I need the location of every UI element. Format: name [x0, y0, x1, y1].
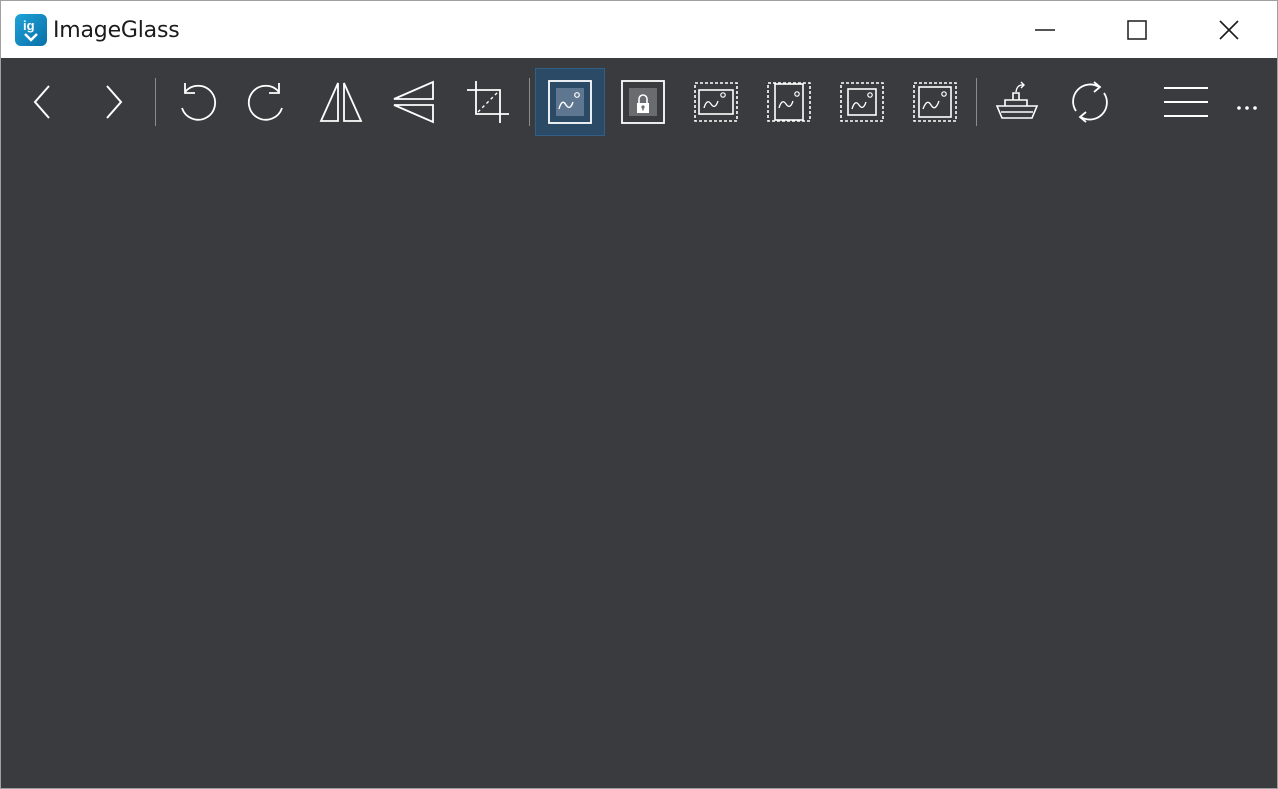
scale-to-height-button[interactable] — [754, 68, 824, 136]
svg-text:ig: ig — [23, 18, 35, 33]
scale-to-width-button[interactable] — [681, 68, 751, 136]
hamburger-menu-icon — [1164, 87, 1208, 117]
refresh-button[interactable] — [1055, 68, 1125, 136]
flip-vertical-icon — [393, 80, 434, 124]
boat-icon — [995, 81, 1039, 119]
flip-horizontal-icon — [319, 82, 363, 122]
crop-icon — [467, 81, 509, 123]
scale-to-width-icon — [694, 82, 738, 122]
maximize-button[interactable] — [1091, 1, 1183, 58]
auto-zoom-button[interactable] — [535, 68, 605, 136]
scale-to-fill-icon — [913, 82, 957, 122]
toolbar-separator — [529, 78, 530, 126]
scale-to-fit-icon — [840, 82, 884, 122]
toolbar-separator — [976, 78, 977, 126]
close-button[interactable] — [1183, 1, 1275, 58]
ellipsis-icon — [1237, 106, 1257, 110]
previous-image-button[interactable] — [7, 68, 77, 136]
minimize-button[interactable] — [999, 1, 1091, 58]
scale-to-fit-button[interactable] — [827, 68, 897, 136]
image-viewer-area[interactable] — [1, 148, 1277, 788]
maximize-icon — [1127, 19, 1147, 40]
open-with-button[interactable] — [982, 68, 1052, 136]
flip-horizontal-button[interactable] — [306, 68, 376, 136]
crop-button[interactable] — [453, 68, 523, 136]
title-bar[interactable]: ig ImageGlass — [1, 1, 1277, 58]
chevron-right-icon — [106, 85, 123, 119]
rotate-right-icon — [247, 83, 283, 121]
close-icon — [1219, 19, 1239, 40]
more-button[interactable] — [1225, 68, 1271, 136]
rotate-left-button[interactable] — [161, 68, 231, 136]
auto-zoom-icon — [548, 80, 592, 124]
minimize-icon — [1035, 28, 1055, 31]
toolbar — [1, 58, 1277, 148]
flip-vertical-button[interactable] — [379, 68, 449, 136]
rotate-left-icon — [181, 83, 217, 121]
main-menu-button[interactable] — [1151, 68, 1221, 136]
rotate-right-button[interactable] — [233, 68, 303, 136]
scale-to-height-icon — [767, 82, 811, 122]
window-title: ImageGlass — [53, 18, 180, 43]
app-window: ig ImageGlass — [0, 0, 1278, 789]
lock-zoom-icon — [621, 80, 665, 124]
refresh-icon — [1072, 81, 1108, 123]
lock-zoom-button[interactable] — [608, 68, 678, 136]
scale-to-fill-button[interactable] — [900, 68, 970, 136]
next-image-button[interactable] — [79, 68, 149, 136]
imageglass-logo-icon: ig — [15, 14, 47, 46]
toolbar-separator — [155, 78, 156, 126]
chevron-left-icon — [33, 85, 50, 119]
